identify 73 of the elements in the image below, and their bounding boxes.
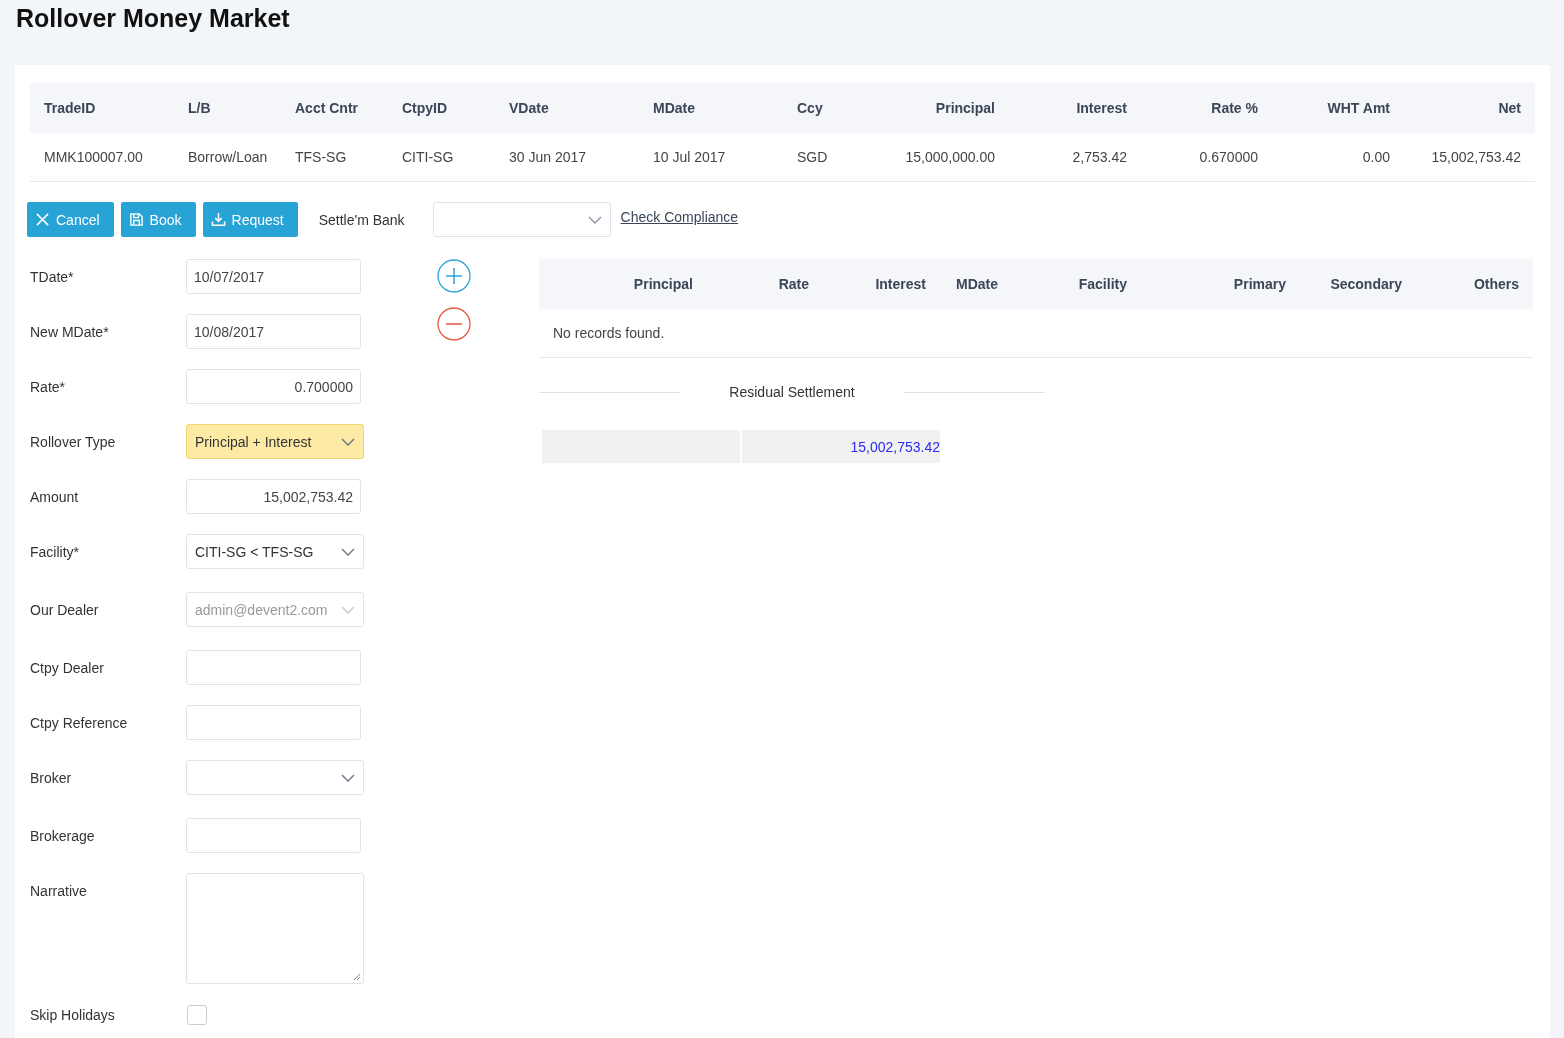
chevron-down-icon	[341, 773, 355, 782]
table-cell-text: 15,002,753.42	[1430, 149, 1522, 165]
chevron-down-icon	[587, 215, 602, 224]
field-label: Facility*	[30, 543, 80, 560]
table-cell-text: TFS-SG	[294, 149, 348, 165]
field-label: Rollover Type	[30, 433, 117, 450]
empty-message: No records found.	[553, 325, 665, 341]
column-header: MDate	[955, 276, 999, 292]
field-label: Amount	[30, 488, 80, 505]
table-cell-text: 30 Jun 2017	[508, 149, 588, 165]
field-label: Settle'm Bank	[318, 211, 405, 228]
column-header: Principal	[934, 100, 996, 116]
section-heading: Residual Settlement	[728, 384, 856, 400]
table-cell-text: 15,000,000.00	[904, 149, 996, 165]
field-label: Rate*	[30, 378, 67, 395]
field-label: Our Dealer	[30, 601, 100, 618]
close-icon	[35, 212, 50, 227]
column-header: Secondary	[1329, 276, 1403, 292]
input-field[interactable]	[186, 650, 361, 685]
table-cell-text: Borrow/Loan	[187, 149, 269, 165]
dropdown[interactable]: CITI-SG < TFS-SG	[186, 534, 364, 569]
input-field[interactable]	[186, 818, 361, 853]
settlement-bank-dropdown[interactable]	[432, 202, 611, 237]
column-header: Rate %	[1210, 100, 1259, 116]
download-icon	[210, 212, 226, 227]
table-cell-text: SGD	[796, 149, 829, 165]
table-cell-text: 0.670000	[1198, 149, 1259, 165]
column-header: WHT Amt	[1326, 100, 1391, 116]
column-header: Acct Cntr	[294, 100, 359, 116]
table-cell-text: 10 Jul 2017	[652, 149, 727, 165]
page-title: Rollover Money Market	[15, 3, 291, 34]
table-cell-text: 2,753.42	[1071, 149, 1128, 165]
input-field[interactable]	[186, 705, 361, 740]
column-header: Ccy	[796, 100, 824, 116]
column-header: Principal	[632, 276, 694, 292]
column-header: MDate	[652, 100, 696, 116]
input-field[interactable]: 10/07/2017	[186, 259, 361, 294]
column-header: CtpyID	[401, 100, 449, 116]
column-header: Rate	[777, 276, 810, 292]
field-label: Narrative	[30, 883, 88, 899]
chevron-down-icon	[341, 605, 355, 614]
field-label: Brokerage	[30, 827, 96, 844]
input-field[interactable]: 10/08/2017	[186, 314, 361, 349]
residual-amount: 15,002,753.42	[742, 430, 940, 463]
field-label: Ctpy Reference	[30, 714, 129, 731]
column-header: Interest	[1075, 100, 1128, 116]
resize-handle-icon[interactable]	[353, 973, 361, 981]
field-label: New MDate*	[30, 323, 110, 340]
column-header: L/B	[187, 100, 212, 116]
column-header: Facility	[1077, 276, 1128, 292]
table-cell-text: MMK100007.00	[43, 149, 144, 165]
input-field[interactable]: 0.700000	[186, 369, 361, 404]
dropdown[interactable]: Principal + Interest	[186, 424, 364, 459]
add-icon[interactable]	[437, 259, 471, 293]
checkbox[interactable]	[187, 1005, 207, 1025]
field-label: Broker	[30, 769, 73, 786]
column-header: TradeID	[43, 100, 97, 116]
field-label: Skip Holidays	[30, 1007, 116, 1023]
column-header: Others	[1472, 276, 1520, 292]
field-label: TDate*	[30, 268, 75, 285]
column-header: Net	[1497, 100, 1522, 116]
dropdown[interactable]	[186, 760, 364, 795]
remove-icon[interactable]	[437, 307, 471, 341]
chevron-down-icon	[341, 437, 355, 446]
column-header: Interest	[874, 276, 927, 292]
input-field[interactable]: 15,002,753.42	[186, 479, 361, 514]
column-header: VDate	[508, 100, 550, 116]
table-cell-text: CITI-SG	[401, 149, 455, 165]
check-compliance-link[interactable]: Check Compliance	[620, 209, 739, 225]
chevron-down-icon	[341, 547, 355, 556]
table-cell-text: 0.00	[1361, 149, 1391, 165]
column-header: Primary	[1232, 276, 1287, 292]
field-label: Ctpy Dealer	[30, 659, 105, 676]
